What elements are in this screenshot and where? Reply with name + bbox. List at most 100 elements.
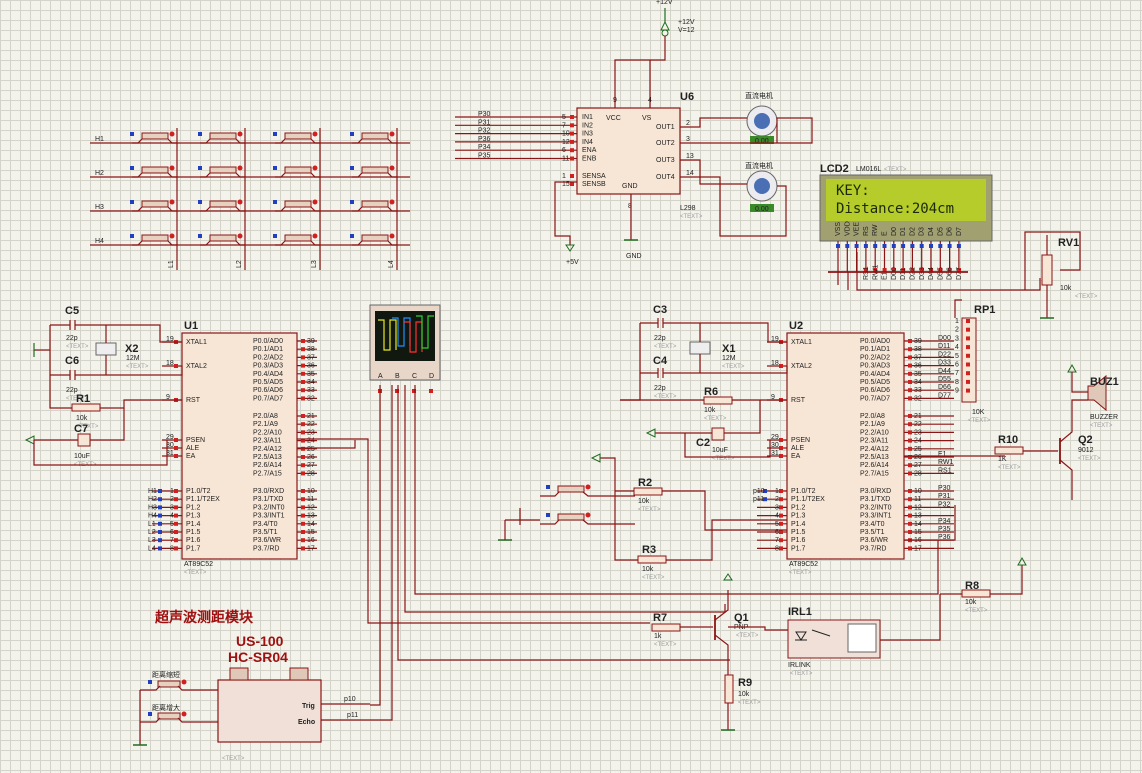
svg-text:1k: 1k [654, 633, 662, 640]
lcd-pin-D5: D5 [937, 227, 944, 236]
motor-1[interactable]: 直流电机 0.00 [680, 91, 813, 145]
svg-text:IRLINK: IRLINK [788, 662, 811, 669]
keypad-key-r4-c2[interactable] [198, 233, 245, 246]
u1-pins-rpin: 21 [307, 413, 315, 420]
keypad-key-r3-c3[interactable] [273, 199, 320, 212]
svg-text:R10: R10 [998, 434, 1018, 446]
keypad-key-r4-c4[interactable] [350, 233, 397, 246]
svg-text:<TEXT>: <TEXT> [884, 167, 907, 173]
keypad-key-r3-c4[interactable] [350, 199, 397, 212]
q1-pnp[interactable]: R7 1k <TEXT> Q1 PNP <TEXT> R9 10k <TEXT> [651, 573, 761, 731]
svg-text:Trig: Trig [302, 703, 315, 710]
schematic-svg[interactable]: +12V +12V V=12 U6 L298 <TEXT> P30 5 IN1P31… [0, 0, 1142, 773]
lcd-pin-RS: RS [863, 226, 870, 236]
svg-text:VS: VS [642, 115, 652, 122]
u6-out-pin: 2 [686, 120, 690, 127]
u2-pins-p1pin: 4 [775, 513, 779, 520]
u6-l298[interactable]: U6 L298 <TEXT> P30 5 IN1 P31 7 IN2 P32 10 IN3 P36… [455, 91, 703, 266]
keypad-key-r1-c2[interactable] [198, 131, 245, 144]
keypad-matrix[interactable]: H1 H2 H3 H4 L1 L2 L3 L4 [90, 128, 410, 270]
svg-text:10k: 10k [1060, 285, 1072, 292]
keypad-row-H3: H3 [95, 204, 104, 211]
u2-at89c52[interactable]: U2 AT89C52 <TEXT> 19 XTAL118 XTAL29 RST29 PS… [753, 320, 954, 576]
svg-text:0.00: 0.00 [755, 206, 769, 213]
keypad-key-r1-c1[interactable] [130, 131, 177, 144]
u2-clock-reset[interactable]: C3 22p <TEXT> C4 22p <TEXT> X1 12M <TEXT… [620, 304, 788, 462]
svg-text:C2: C2 [696, 437, 710, 449]
u1-pins-rpin: 37 [307, 354, 315, 361]
oscilloscope[interactable]: A B C D [369, 304, 441, 393]
svg-text:GND: GND [626, 253, 642, 260]
keypad-key-r1-c4[interactable] [350, 131, 397, 144]
u2-push-button-1[interactable] [540, 484, 635, 497]
u2-ref: U2 [789, 320, 803, 332]
keypad-key-r3-c1[interactable] [130, 199, 177, 212]
u1-at89c52[interactable]: U1 AT89C52 <TEXT> 19 XTAL118 XTAL29 RST29 PS… [148, 320, 317, 576]
lcd-net-D11: D11 [900, 268, 907, 280]
u6-out-OUT4: OUT4 [656, 174, 675, 181]
u6-pin-ENA: ENA [582, 147, 597, 154]
lcd-lm016l[interactable]: LCD2 LM016L <TEXT> KEY: Distance:204cm V… [819, 163, 1041, 291]
svg-text:p11: p11 [347, 712, 358, 719]
irlink[interactable]: IRL1 IRLINK <TEXT> [728, 594, 941, 677]
u1-pins-rpin: 27 [307, 462, 315, 469]
keypad-key-r2-c4[interactable] [350, 165, 397, 178]
module-line2: HC-SR04 [228, 649, 288, 665]
u2-pins-ALE: ALE [791, 445, 805, 452]
buzzer-driver[interactable]: R10 1K <TEXT> Q2 9012 <TEXT> BUZ1 BUZZER… [994, 363, 1119, 500]
u1-pins-net-L4: L4 [148, 545, 156, 552]
u1-pins-p1pin: 2 [170, 496, 174, 503]
scope-channel-B: B [395, 373, 400, 380]
u2-input-buttons[interactable]: R2 10k <TEXT> R3 10k <TEXT> [498, 453, 787, 581]
rp1-pin: 3 [955, 335, 959, 342]
lcd-pin-D6: D6 [947, 227, 954, 236]
ultrasonic-module[interactable]: 超声波测距模块 US-100 HC-SR04 Trig Echo p10 p11… [133, 609, 370, 762]
u1-pins-EA: EA [186, 453, 196, 460]
u1-pins-net-L3: L3 [148, 537, 156, 544]
u2-pins-rpin: 10 [914, 488, 922, 495]
keypad-key-r1-c3[interactable] [273, 131, 320, 144]
module-button-2[interactable] [140, 711, 218, 723]
schematic-canvas[interactable]: +12V +12V V=12 U6 L298 <TEXT> P30 5 IN1 P31… [0, 0, 1142, 773]
u1-pins-rpin: 10 [307, 488, 315, 495]
r8[interactable]: R8 10k <TEXT> [940, 556, 1027, 614]
keypad-key-r2-c1[interactable] [130, 165, 177, 178]
u2-pins-net-D77: D77 [938, 392, 951, 399]
u1-pins-P0.0/AD0: P0.0/AD0 [253, 338, 283, 345]
u1-pins-P2.7/A15: P2.7/A15 [253, 470, 282, 477]
svg-text:10uF: 10uF [74, 453, 90, 460]
u2-pins-net-E1: E1 [938, 451, 947, 458]
svg-text:R6: R6 [704, 386, 718, 398]
u2-pins-P3.4/T0: P3.4/T0 [860, 521, 885, 528]
u1-pins-P2.5/A13: P2.5/A13 [253, 454, 282, 461]
keypad-key-r4-c3[interactable] [273, 233, 320, 246]
keypad-key-r3-c2[interactable] [198, 199, 245, 212]
motor-2[interactable]: 直流电机 0.00 [680, 159, 787, 237]
rv1-pot[interactable]: RV1 10k <TEXT> [1024, 231, 1098, 319]
u2-pins-P3.1/TXD: P3.1/TXD [860, 496, 890, 503]
u2-pins-rpin: 11 [914, 496, 921, 503]
keypad-key-r4-c1[interactable] [130, 233, 177, 246]
rp1-resistor-pack[interactable]: RP1 123456789 10K <TEXT> [954, 299, 995, 424]
svg-text:C5: C5 [65, 305, 79, 317]
keypad-key-r2-c3[interactable] [273, 165, 320, 178]
svg-text:RP1: RP1 [974, 304, 995, 316]
u2-pins-rpin: 36 [914, 363, 922, 370]
u1-clock-reset[interactable]: C5 22p <TEXT> C6 22p <TEXT> X2 12M <TEXT… [24, 305, 183, 468]
svg-text:<TEXT>: <TEXT> [790, 671, 813, 677]
u2-pins-rpin: 21 [914, 413, 922, 420]
u1-pins-net-H2: H2 [148, 496, 157, 503]
u2-pins-P2.5/A13: P2.5/A13 [860, 454, 889, 461]
u2-pins-rpin: 35 [914, 371, 922, 378]
module-button-1[interactable] [140, 679, 218, 691]
svg-text:C6: C6 [65, 355, 79, 367]
u2-push-button-2[interactable] [540, 512, 635, 525]
keypad-col-L1: L1 [168, 260, 175, 268]
u6-net-P36: P36 [478, 136, 491, 143]
u1-pins-rpin: 14 [307, 521, 315, 528]
u1-pins-P1.1/T2EX: P1.1/T2EX [186, 496, 220, 503]
u6-out-pin: 3 [686, 136, 690, 143]
keypad-key-r2-c2[interactable] [198, 165, 245, 178]
svg-text:Q1: Q1 [734, 612, 749, 624]
u2-pins-net-RW1: RW1 [938, 459, 954, 466]
